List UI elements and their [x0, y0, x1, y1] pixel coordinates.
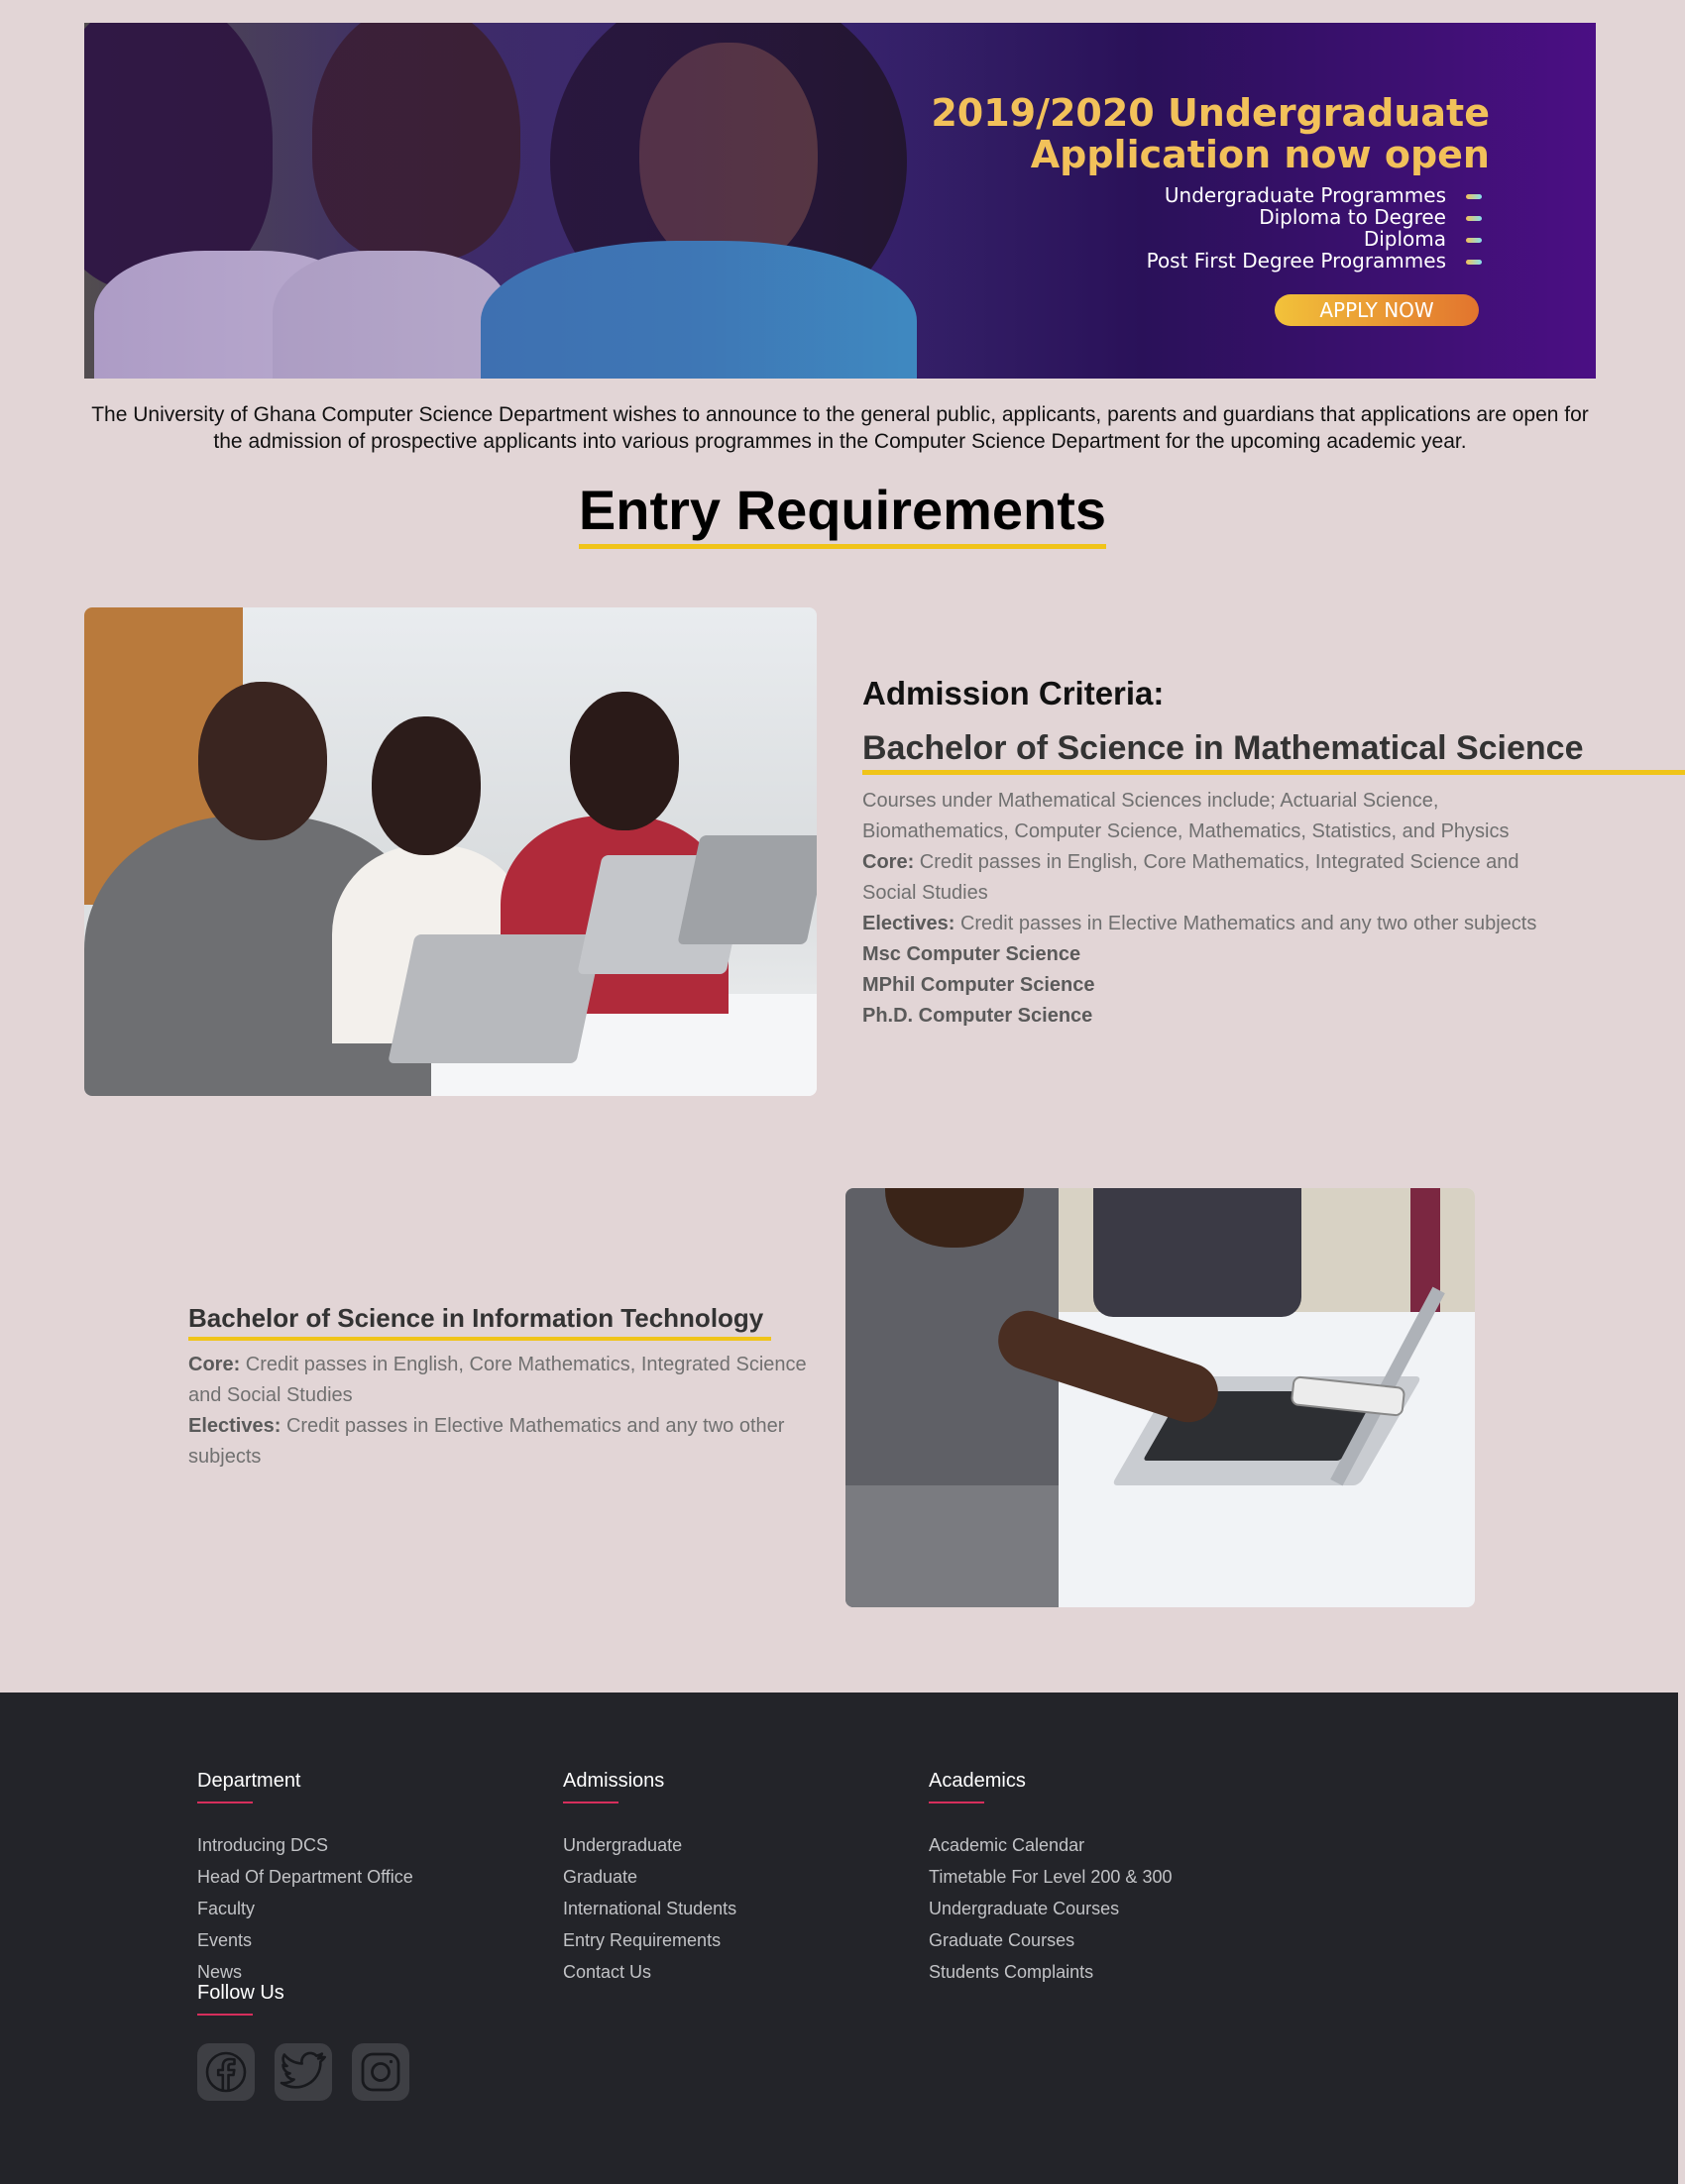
footer-heading: Follow Us — [197, 1982, 284, 2004]
footer-heading-rule — [197, 1802, 253, 1803]
footer-link[interactable]: Contact Us — [563, 1956, 736, 1988]
electives-text: Credit passes in Elective Mathematics an… — [959, 913, 1537, 934]
degree-heading-info-tech: Bachelor of Science in Information Techn… — [188, 1301, 772, 1341]
degree-heading-math-science: Bachelor of Science in Mathematical Scie… — [862, 728, 1685, 775]
core-text: Credit passes in English, Core Mathemati… — [188, 1354, 807, 1406]
banner-programme-item: Diploma to Degree — [1147, 206, 1482, 228]
banner-title: 2019/2020 Undergraduate Application now … — [931, 92, 1490, 175]
core-requirement: Core: Credit passes in English, Core Mat… — [862, 847, 1576, 909]
apply-now-button[interactable]: APPLY NOW — [1275, 294, 1479, 326]
footer-column-academics: Academics Academic Calendar Timetable Fo… — [929, 1768, 1172, 1988]
core-label: Core: — [862, 851, 915, 873]
page-title: Entry Requirements — [578, 479, 1107, 549]
footer-heading-rule — [197, 2014, 253, 2016]
footer-link[interactable]: Faculty — [197, 1893, 413, 1924]
banner-title-line: Application now open — [1030, 133, 1490, 176]
instagram-icon[interactable] — [352, 2043, 409, 2101]
electives-requirement: Electives: Credit passes in Elective Mat… — [862, 909, 1576, 939]
footer-column-department: Department Introducing DCS Head Of Depar… — [197, 1768, 413, 1988]
facebook-icon[interactable] — [197, 2043, 255, 2101]
banner-programme-item: Undergraduate Programmes — [1147, 184, 1482, 206]
courses-text: Courses under Mathematical Sciences incl… — [862, 790, 1510, 842]
banner-title-line: 2019/2020 Undergraduate — [931, 91, 1490, 135]
hero-banner: 2019/2020 Undergraduate Application now … — [84, 23, 1596, 379]
site-footer: Department Introducing DCS Head Of Depar… — [0, 1693, 1678, 2184]
footer-link[interactable]: Timetable For Level 200 & 300 — [929, 1861, 1172, 1893]
banner-programme-item: Diploma — [1147, 228, 1482, 250]
footer-heading: Department — [197, 1770, 301, 1792]
programme-phd: Ph.D. Computer Science — [862, 1005, 1093, 1027]
core-label: Core: — [188, 1354, 241, 1375]
footer-link[interactable]: Events — [197, 1924, 413, 1956]
footer-link[interactable]: Graduate Courses — [929, 1924, 1172, 1956]
students-laptops-photo — [84, 607, 817, 1096]
electives-requirement: Electives: Credit passes in Elective Mat… — [188, 1411, 813, 1473]
programme-msc: Msc Computer Science — [862, 943, 1081, 965]
footer-link[interactable]: Introducing DCS — [197, 1829, 413, 1861]
info-tech-requirements: Core: Credit passes in English, Core Mat… — [188, 1350, 813, 1473]
footer-link[interactable]: International Students — [563, 1893, 736, 1924]
footer-heading: Admissions — [563, 1770, 665, 1792]
intro-text: The University of Ghana Computer Science… — [91, 403, 1589, 453]
social-links — [197, 2043, 409, 2101]
footer-link[interactable]: Students Complaints — [929, 1956, 1172, 1988]
footer-heading: Academics — [929, 1770, 1026, 1792]
footer-link[interactable]: Undergraduate Courses — [929, 1893, 1172, 1924]
core-text: Credit passes in English, Core Mathemati… — [862, 851, 1519, 904]
core-requirement: Core: Credit passes in English, Core Mat… — [188, 1350, 813, 1411]
admission-criteria-heading: Admission Criteria: — [862, 675, 1165, 711]
footer-link[interactable]: Undergraduate — [563, 1829, 736, 1861]
footer-link[interactable]: Academic Calendar — [929, 1829, 1172, 1861]
footer-heading-rule — [929, 1802, 984, 1803]
programme-mphil: MPhil Computer Science — [862, 974, 1095, 996]
footer-column-admissions: Admissions Undergraduate Graduate Intern… — [563, 1768, 736, 1988]
electives-label: Electives: — [862, 913, 955, 934]
man-typing-laptop-photo — [845, 1188, 1475, 1607]
footer-follow-us: Follow Us — [197, 1980, 409, 2101]
footer-link[interactable]: Head Of Department Office — [197, 1861, 413, 1893]
footer-heading-rule — [563, 1802, 618, 1803]
footer-link[interactable]: Entry Requirements — [563, 1924, 736, 1956]
banner-programme-item: Post First Degree Programmes — [1147, 250, 1482, 272]
electives-label: Electives: — [188, 1415, 281, 1437]
footer-link[interactable]: Graduate — [563, 1861, 736, 1893]
twitter-icon[interactable] — [275, 2043, 332, 2101]
math-science-requirements: Courses under Mathematical Sciences incl… — [862, 786, 1576, 1032]
banner-programme-list: Undergraduate Programmes Diploma to Degr… — [1147, 184, 1482, 272]
page-title-wrap: Entry Requirements — [0, 479, 1685, 549]
